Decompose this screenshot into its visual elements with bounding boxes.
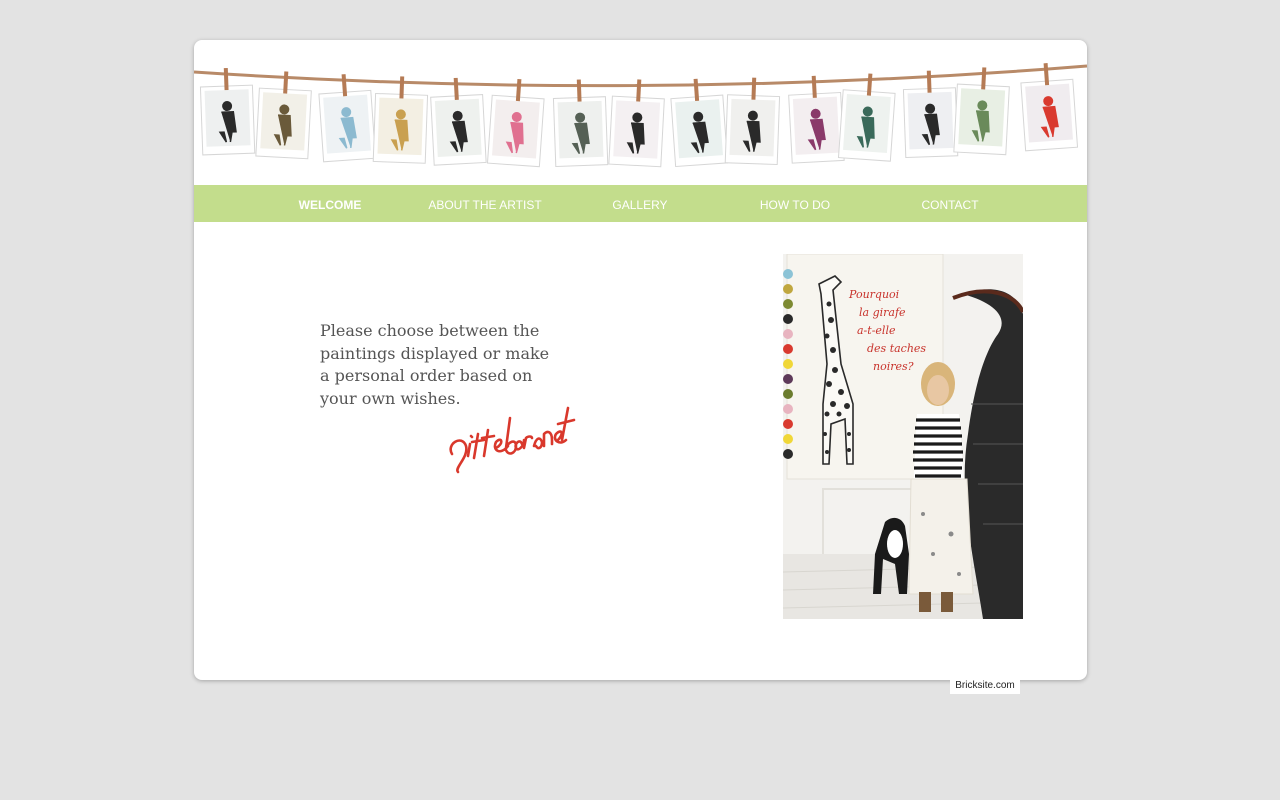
nav-welcome[interactable]: WELCOME	[299, 185, 362, 222]
hanging-postcard	[837, 73, 896, 162]
painting-text-line: noires?	[873, 360, 914, 373]
hanging-postcard	[608, 79, 665, 168]
hanging-postcard	[199, 67, 256, 156]
hanging-postcard	[552, 79, 609, 167]
hanging-postcard	[318, 74, 377, 163]
welcome-line: paintings displayed or make	[320, 343, 550, 363]
painting-text-line: la girafe	[859, 306, 906, 319]
hanging-postcard	[902, 70, 959, 159]
painting-text-line: a-t-elle	[857, 324, 896, 337]
painting-text-line: Pourquoi	[848, 288, 899, 301]
nav-gallery[interactable]: GALLERY	[612, 185, 667, 222]
artist-signature	[449, 406, 576, 474]
main-nav: WELCOME ABOUT THE ARTIST GALLERY HOW TO …	[194, 185, 1087, 222]
content-card: WELCOME ABOUT THE ARTIST GALLERY HOW TO …	[194, 40, 1087, 680]
hanging-postcard	[430, 77, 487, 166]
hanging-postcard	[486, 78, 545, 168]
nav-how-to-do[interactable]: HOW TO DO	[760, 185, 830, 222]
hanging-postcard	[724, 77, 781, 166]
welcome-line: Please choose between the	[320, 321, 540, 340]
clothesline-banner	[194, 63, 1087, 168]
nav-contact[interactable]: CONTACT	[921, 185, 978, 222]
hanging-postcard	[670, 78, 729, 168]
hanging-postcard	[788, 75, 845, 164]
hanging-postcard	[953, 67, 1010, 156]
credit-badge[interactable]: Bricksite.com	[950, 677, 1020, 694]
hanging-postcard	[372, 76, 429, 164]
hanging-postcard	[255, 71, 312, 160]
artist-photo: Pourquoi la girafe a-t-elle des taches n…	[783, 254, 1023, 619]
nav-about-the-artist[interactable]: ABOUT THE ARTIST	[428, 185, 541, 222]
painting-text-line: des taches	[867, 342, 926, 355]
hanging-postcard	[1020, 63, 1079, 152]
